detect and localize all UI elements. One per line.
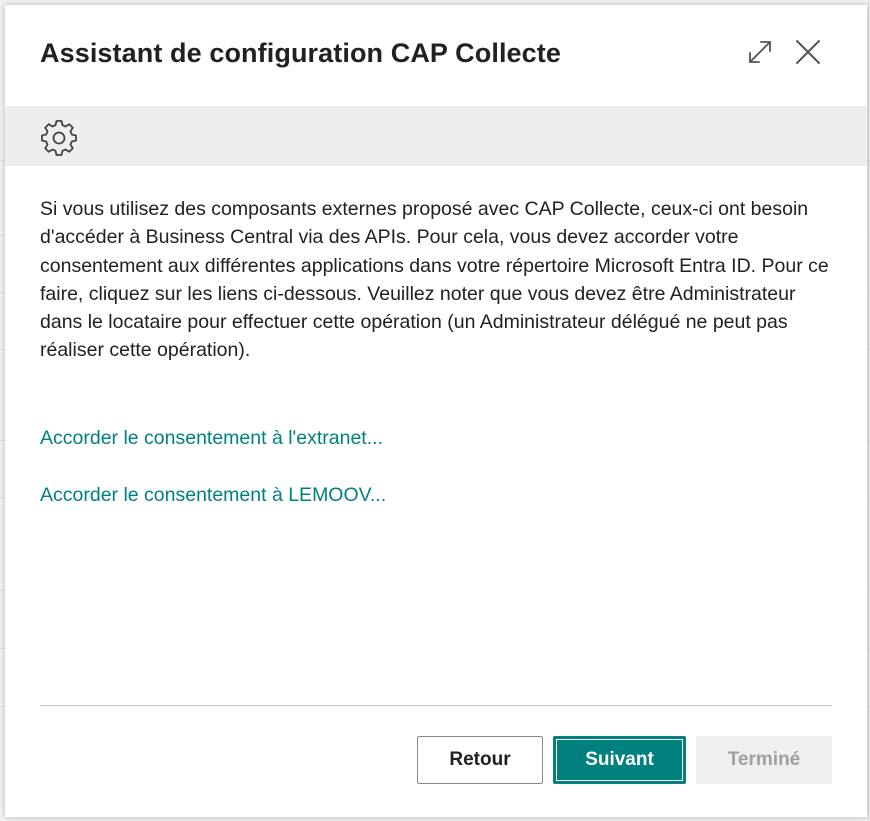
footer-divider (40, 705, 832, 706)
dialog-title: Assistant de configuration CAP Collecte (40, 38, 561, 68)
expand-icon (749, 41, 771, 63)
close-icon (796, 40, 820, 64)
gear-icon (41, 120, 77, 156)
setup-wizard-dialog: Assistant de configuration CAP Collecte … (5, 5, 867, 817)
expand-button[interactable] (743, 35, 777, 69)
wizard-description: Si vous utilisez des composants externes… (40, 198, 829, 362)
back-button[interactable]: Retour (417, 736, 543, 784)
close-button[interactable] (791, 35, 825, 69)
consent-lemoov-link[interactable]: Accorder le consentement à LEMOOV... (40, 484, 386, 507)
wizard-banner (5, 106, 867, 166)
next-button[interactable]: Suivant (553, 736, 686, 784)
consent-extranet-link[interactable]: Accorder le consentement à l'extranet... (40, 427, 383, 450)
finish-button: Terminé (696, 736, 832, 784)
